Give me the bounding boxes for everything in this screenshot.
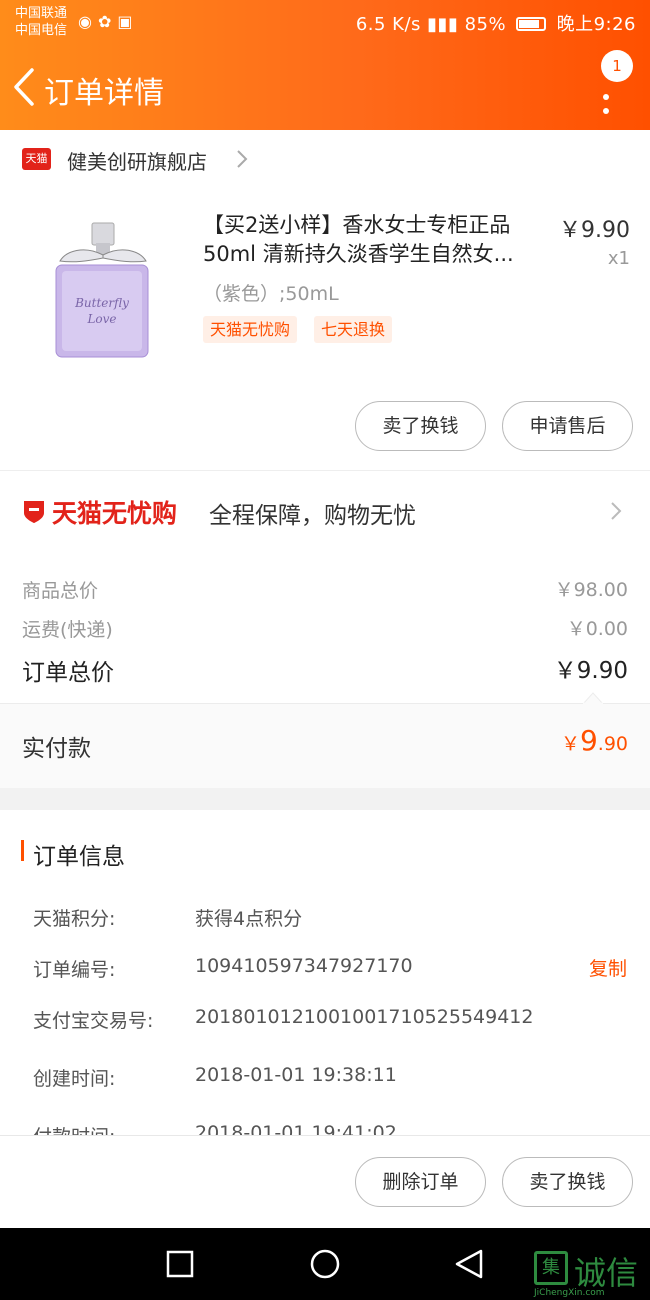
app-header: 中国联通 中国电信 ◉ ✿ ▣ 6.5 K/s ▮▮▮ 85% 晚上9:26 订… [0, 0, 650, 130]
back-triangle-icon[interactable] [452, 1246, 488, 1282]
sell-for-cash-button[interactable]: 卖了换钱 [355, 401, 486, 451]
globe-icon: ◉ [78, 12, 92, 31]
notification-icons: ◉ ✿ ▣ [78, 12, 133, 31]
goods-total-label: 商品总价 [22, 580, 99, 602]
message-badge[interactable]: 1 [601, 50, 633, 82]
back-arrow-icon[interactable] [10, 66, 38, 108]
shop-name[interactable]: 健美创研旗舰店 [67, 146, 207, 175]
battery-icon [516, 17, 547, 31]
after-sale-button[interactable]: 申请售后 [502, 401, 633, 451]
points-value: 获得4点积分 [195, 908, 303, 930]
nav-bar: 订单详情 [0, 50, 650, 126]
caret-up-icon [583, 692, 603, 704]
battery-percent: 85% [464, 14, 507, 35]
amount-paid-box [0, 703, 650, 788]
tag-worry-free: 天猫无忧购 [203, 316, 298, 343]
product-thumbnail[interactable]: Butterfly Love [22, 203, 182, 371]
watermark-url: JiChengXin.com [534, 1288, 605, 1298]
order-total-label: 订单总价 [22, 660, 114, 686]
created-time-label: 创建时间: [33, 1068, 116, 1090]
delete-order-button[interactable]: 删除订单 [355, 1157, 486, 1207]
product-price: ￥9.90 [559, 218, 630, 243]
bottle-label-line-2: Love [86, 312, 116, 326]
alipay-trade-value: 2018010121001001710525549412 [195, 1006, 534, 1028]
guarantee-brand: 天猫无忧购 [52, 499, 178, 528]
order-number-label: 订单编号: [33, 959, 116, 981]
tmall-shop-icon: 天猫 [22, 148, 51, 170]
tmall-shield-icon [24, 501, 44, 523]
created-time-value: 2018-01-01 19:38:11 [195, 1064, 397, 1086]
bottle-label-line-1: Butterfly [74, 296, 129, 310]
amount-integer: 9 [579, 724, 598, 757]
copy-order-number-button[interactable]: 复制 [589, 954, 627, 981]
guarantee-slogan: 全程保障，购物无忧 [209, 503, 416, 529]
chevron-right-icon[interactable] [609, 500, 623, 522]
order-number-value: 109410597347927170 [195, 955, 413, 977]
carrier-2: 中国电信 [15, 23, 68, 38]
shipping-label: 运费(快递) [22, 619, 113, 641]
points-label: 天猫积分: [33, 908, 116, 930]
status-right: 6.5 K/s ▮▮▮ 85% 晚上9:26 [356, 10, 636, 36]
section-accent-bar [21, 840, 24, 861]
watermark-logo: 集 [534, 1251, 568, 1285]
product-quantity: x1 [607, 248, 630, 269]
amount-decimal: .90 [597, 733, 628, 755]
clock: 晚上9:26 [556, 14, 636, 35]
wechat-icon: ✿ [97, 12, 112, 31]
shipping-value: ￥0.00 [566, 618, 628, 640]
alipay-trade-label: 支付宝交易号: [33, 1010, 154, 1032]
page-title: 订单详情 [44, 76, 164, 111]
carrier-names: 中国联通 中国电信 [15, 5, 67, 39]
carrier-1: 中国联通 [15, 6, 68, 21]
sell-for-cash-bottom-button[interactable]: 卖了换钱 [502, 1157, 633, 1207]
recents-square-icon[interactable] [162, 1246, 198, 1282]
order-total-value: ￥9.90 [553, 658, 628, 684]
chevron-right-icon[interactable] [234, 148, 250, 170]
order-info-title: 订单信息 [33, 844, 125, 870]
home-circle-icon[interactable] [307, 1246, 343, 1282]
status-bar: 中国联通 中国电信 ◉ ✿ ▣ 6.5 K/s ▮▮▮ 85% 晚上9:26 [0, 0, 650, 44]
goods-total-value: ￥98.00 [554, 579, 628, 601]
amount-paid-value: ￥9.90 [561, 724, 628, 757]
app-notification-icon: ▣ [117, 12, 133, 31]
product-title[interactable]: 【买2送小样】香水女士专柜正品50ml 清新持久淡香学生自然女... [203, 211, 543, 269]
amount-paid-label: 实付款 [22, 736, 91, 762]
network-speed: 6.5 K/s [355, 14, 421, 35]
currency-symbol: ￥ [560, 733, 580, 755]
signal-icon: ▮▮▮ [427, 14, 465, 35]
product-spec: （紫色）;50mL [203, 283, 339, 305]
tag-seven-day-return: 七天退换 [314, 316, 393, 343]
